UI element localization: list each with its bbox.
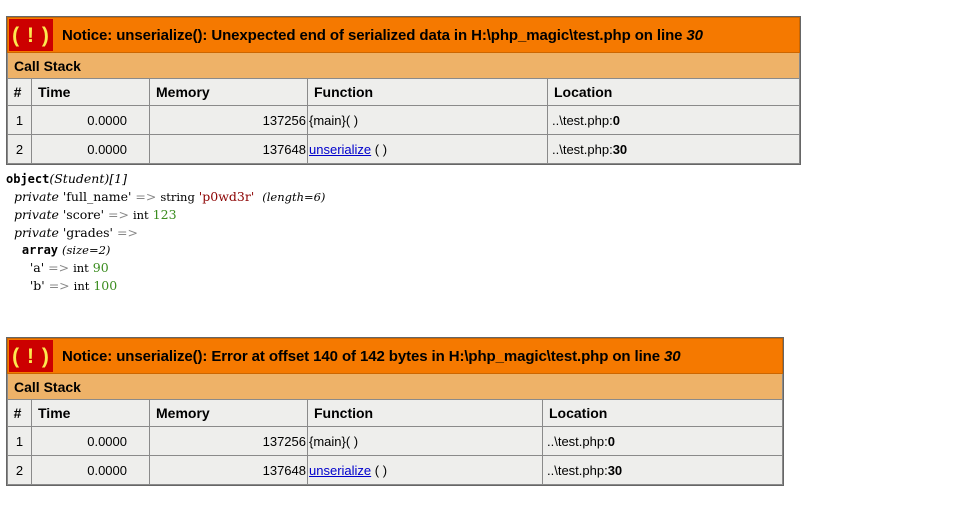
vd-item2-arrow: =>	[48, 278, 70, 293]
cell-time: 0.0000	[31, 455, 150, 485]
vd-prop3-arrow: =>	[116, 225, 138, 240]
callstack-header-row: # Time Memory Function Location	[7, 399, 783, 427]
vd-prop3-visibility: private	[13, 225, 59, 240]
xdebug-notice-block-2: ( ! ) Notice: unserialize(): Error at of…	[6, 337, 784, 486]
vd-prop1-arrow: =>	[135, 189, 157, 204]
cell-function: {main}( )	[307, 426, 543, 456]
column-header-location: Location	[542, 399, 783, 427]
cell-function: unserialize ( )	[307, 134, 548, 164]
callstack-title-row: Call Stack	[7, 373, 783, 400]
vd-object-keyword: object	[6, 172, 50, 186]
notice-banner: ( ! ) Notice: unserialize(): Error at of…	[7, 338, 783, 374]
notice-message: Notice: unserialize(): Error at offset 1…	[53, 339, 681, 373]
vd-item2-value: 100	[93, 278, 118, 293]
location-path: ..\test.php:	[552, 112, 613, 128]
cell-location: ..\test.php:30	[547, 134, 800, 164]
location-line: 0	[612, 112, 620, 128]
function-link[interactable]: unserialize	[309, 463, 371, 478]
cell-num: 1	[7, 426, 32, 456]
vd-prop1-name: 'full_name'	[62, 189, 132, 204]
vd-item2-type: int	[73, 279, 90, 293]
warning-icon: ( ! )	[9, 340, 53, 372]
location-line: 0	[607, 433, 615, 449]
vardump-output: object(Student)[1] private 'full_name' =…	[6, 170, 325, 295]
vd-prop1-type: string	[160, 190, 195, 204]
location-path: ..\test.php:	[547, 462, 608, 478]
vd-prop2-visibility: private	[13, 207, 59, 222]
vd-array-meta: (size=2)	[62, 243, 111, 257]
function-suffix: ( )	[371, 141, 388, 157]
callstack-table: ( ! ) Notice: unserialize(): Error at of…	[7, 338, 783, 485]
notice-banner: ( ! ) Notice: unserialize(): Unexpected …	[7, 17, 800, 53]
callstack-table: ( ! ) Notice: unserialize(): Unexpected …	[7, 17, 800, 164]
vd-prop2-value: 123	[152, 207, 177, 222]
column-header-time: Time	[31, 78, 150, 106]
function-suffix: ( )	[371, 462, 388, 478]
vd-prop3-name: 'grades'	[62, 225, 113, 240]
vd-item2-key: 'b'	[29, 278, 45, 293]
column-header-num: #	[7, 399, 32, 427]
callstack-title-row: Call Stack	[7, 52, 800, 79]
column-header-function: Function	[307, 78, 548, 106]
notice-line-number: 30	[686, 26, 703, 44]
vd-item1-value: 90	[92, 260, 109, 275]
cell-time: 0.0000	[31, 426, 150, 456]
notice-message: Notice: unserialize(): Unexpected end of…	[53, 18, 703, 52]
cell-location: ..\test.php:0	[542, 426, 783, 456]
cell-time: 0.0000	[31, 105, 150, 135]
cell-memory: 137256	[149, 105, 308, 135]
cell-num: 1	[7, 105, 32, 135]
location-path: ..\test.php:	[547, 433, 608, 449]
cell-memory: 137648	[149, 455, 308, 485]
vd-prop1-meta: (length=6)	[262, 190, 326, 204]
column-header-function: Function	[307, 399, 543, 427]
cell-time: 0.0000	[31, 134, 150, 164]
cell-memory: 137256	[149, 426, 308, 456]
vd-prop2-type: int	[132, 208, 149, 222]
column-header-memory: Memory	[149, 78, 308, 106]
location-line: 30	[612, 141, 628, 157]
location-path: ..\test.php:	[552, 141, 613, 157]
vd-array-keyword: array	[21, 243, 59, 257]
column-header-memory: Memory	[149, 399, 308, 427]
callstack-header-row: # Time Memory Function Location	[7, 78, 800, 106]
vd-prop2-arrow: =>	[108, 207, 129, 222]
column-header-location: Location	[547, 78, 800, 106]
notice-message-text: Notice: unserialize(): Unexpected end of…	[62, 26, 683, 44]
table-row: 1 0.0000 137256 {main}( ) ..\test.php:0	[7, 105, 800, 135]
cell-memory: 137648	[149, 134, 308, 164]
callstack-title: Call Stack	[7, 52, 800, 79]
vd-item1-type: int	[73, 261, 89, 275]
cell-location: ..\test.php:0	[547, 105, 800, 135]
warning-icon: ( ! )	[9, 19, 53, 51]
function-link[interactable]: unserialize	[309, 142, 371, 157]
cell-location: ..\test.php:30	[542, 455, 783, 485]
cell-num: 2	[7, 455, 32, 485]
cell-function: unserialize ( )	[307, 455, 543, 485]
cell-function: {main}( )	[307, 105, 548, 135]
table-row: 2 0.0000 137648 unserialize ( ) ..\test.…	[7, 134, 800, 164]
column-header-num: #	[7, 78, 32, 106]
vd-object-id: [1]	[109, 171, 127, 186]
notice-line-number: 30	[663, 347, 681, 365]
vd-prop1-value: 'p0wd3r'	[198, 189, 255, 204]
vd-prop1-visibility: private	[13, 189, 59, 204]
table-row: 2 0.0000 137648 unserialize ( ) ..\test.…	[7, 455, 783, 485]
column-header-time: Time	[31, 399, 150, 427]
callstack-title: Call Stack	[7, 373, 783, 400]
vd-item1-arrow: =>	[48, 260, 70, 275]
vd-item1-key: 'a'	[29, 260, 45, 275]
table-row: 1 0.0000 137256 {main}( ) ..\test.php:0	[7, 426, 783, 456]
notice-message-text: Notice: unserialize(): Error at offset 1…	[62, 347, 660, 365]
location-line: 30	[607, 462, 623, 478]
vd-object-class: (Student)	[49, 171, 110, 186]
xdebug-notice-block-1: ( ! ) Notice: unserialize(): Unexpected …	[6, 16, 801, 165]
vd-prop2-name: 'score'	[62, 207, 105, 222]
cell-num: 2	[7, 134, 32, 164]
